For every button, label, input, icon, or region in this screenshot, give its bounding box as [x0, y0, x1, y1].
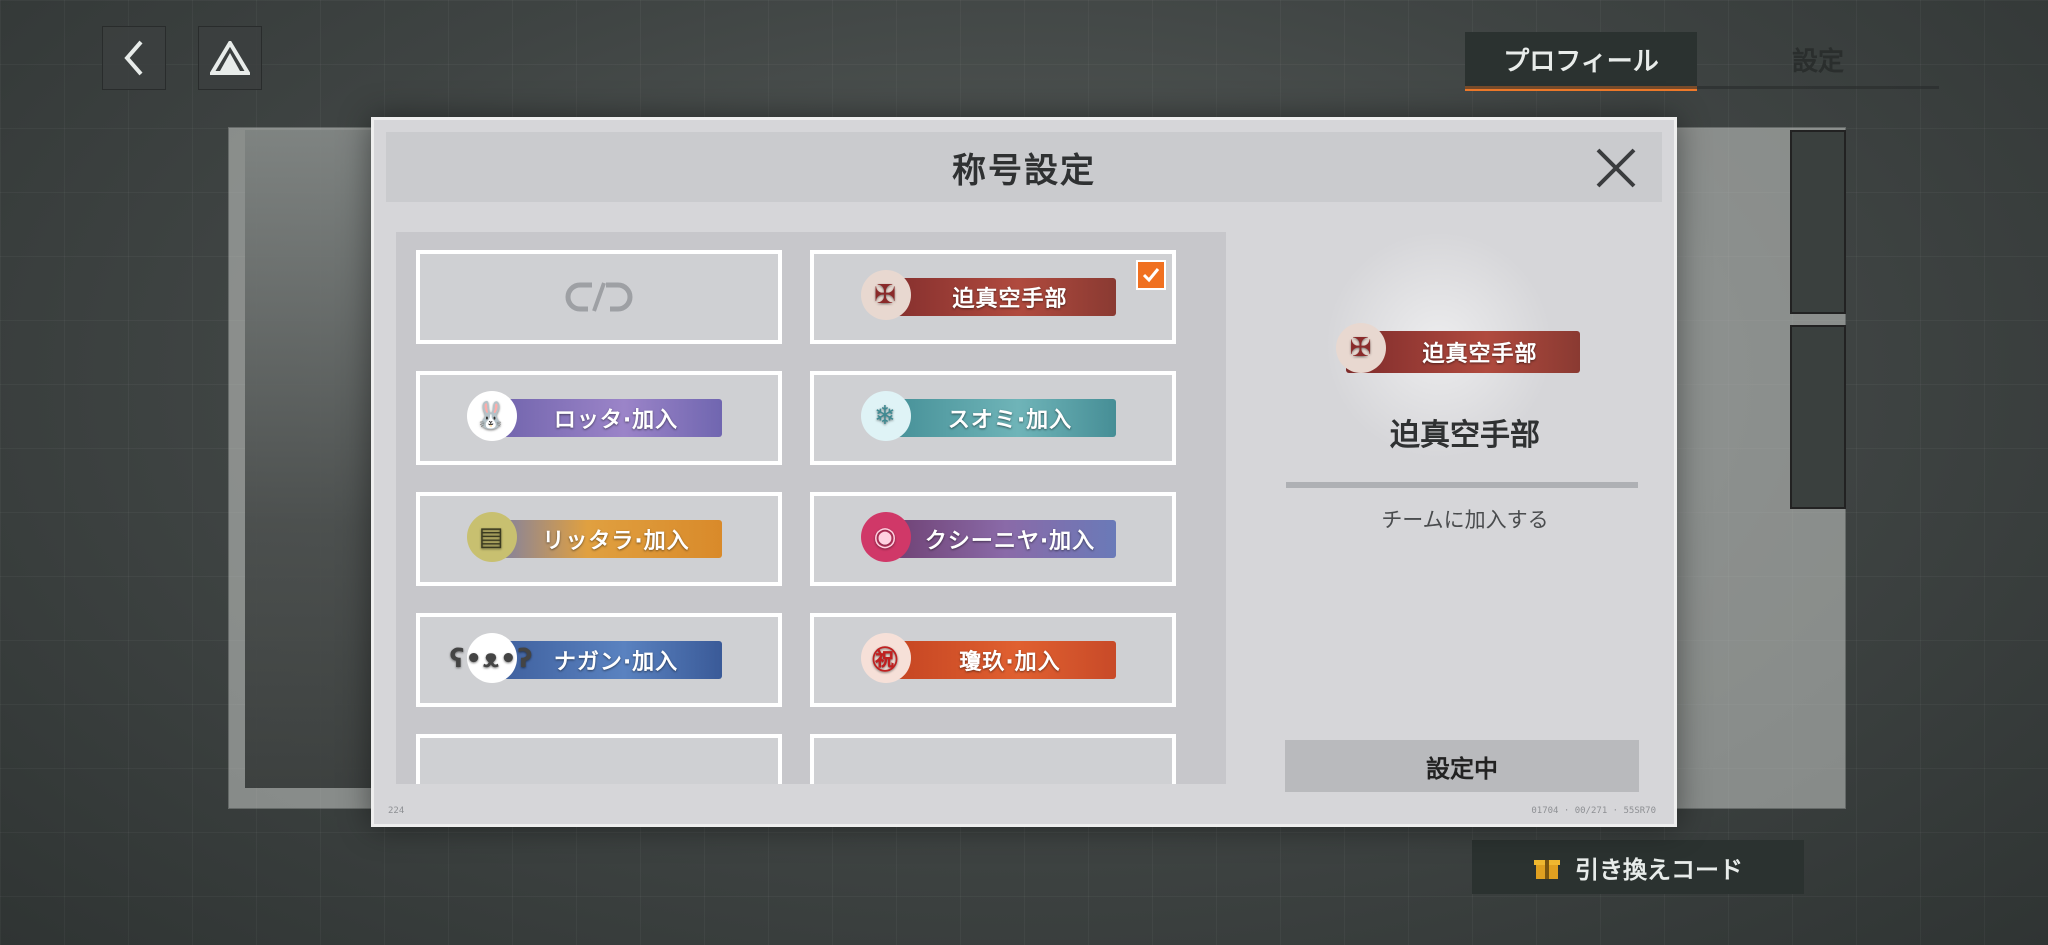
side-panel-top: [1790, 130, 1846, 314]
title-label: スオミ·加入: [947, 408, 1073, 433]
tab-profile[interactable]: プロフィール: [1465, 32, 1697, 91]
title-label: 瓊玖·加入: [959, 650, 1061, 675]
snowflake-emblem-icon: ❄: [860, 391, 911, 441]
selected-check-icon: [1136, 260, 1166, 290]
tab-settings[interactable]: 設定: [1697, 32, 1939, 86]
bear-emblem-icon: ʕ•ᴥ•ʔ: [450, 633, 533, 683]
title-slot-ksenia[interactable]: ◉ クシーニヤ·加入: [810, 492, 1176, 586]
title-label: クシーニヤ·加入: [924, 529, 1096, 554]
chevron-left-icon: [124, 40, 143, 76]
title-label: ロッタ·加入: [553, 408, 679, 433]
unlink-icon: [565, 282, 633, 312]
title-badge: ◉ クシーニヤ·加入: [860, 512, 1116, 562]
title-settings-modal: 称号設定 ✠ 迫真空手部 🐰 ロッタ·加入 ❄ スオミ·加入 ▤ リッタラ·加入…: [371, 117, 1677, 827]
title-slot-lotta[interactable]: 🐰 ロッタ·加入: [416, 371, 782, 465]
shield-emblem-icon: ✠: [1336, 323, 1386, 373]
triangle-logo-icon: [210, 41, 250, 75]
footer-code-left: 224: [388, 806, 405, 816]
gift-icon: [1534, 860, 1560, 879]
home-button[interactable]: [198, 26, 262, 90]
title-label: ナガン·加入: [553, 650, 679, 675]
shield-emblem-icon: ✠: [860, 270, 911, 320]
modal-title: 称号設定: [952, 150, 1096, 191]
title-slot-karate[interactable]: ✠ 迫真空手部: [810, 250, 1176, 344]
modal-header: 称号設定: [386, 132, 1662, 202]
title-slot-partial-right[interactable]: [810, 734, 1176, 784]
detail-title-name: 迫真空手部: [1390, 418, 1540, 453]
target-emblem-icon: ◉: [860, 512, 911, 562]
title-slot-none[interactable]: [416, 250, 782, 344]
book-emblem-icon: ▤: [466, 512, 517, 562]
detail-badge-label: 迫真空手部: [1422, 342, 1538, 367]
title-slot-partial-left[interactable]: [416, 734, 782, 784]
title-badge: ▤ リッタラ·加入: [466, 512, 722, 562]
profile-photo-background: [245, 130, 385, 788]
side-panel-bottom: [1790, 325, 1846, 509]
title-slot-suomi[interactable]: ❄ スオミ·加入: [810, 371, 1176, 465]
title-label: 迫真空手部: [952, 287, 1068, 312]
profile-tabs: プロフィール 設定: [1465, 32, 1939, 91]
detail-divider: [1286, 482, 1638, 488]
title-badge: ✠ 迫真空手部: [860, 270, 1116, 320]
title-list[interactable]: ✠ 迫真空手部 🐰 ロッタ·加入 ❄ スオミ·加入 ▤ リッタラ·加入 ◉ クシ…: [396, 232, 1226, 784]
title-badge: 🐰 ロッタ·加入: [466, 391, 722, 441]
title-badge: ʕ•ᴥ•ʔ ナガン·加入: [450, 633, 722, 683]
title-label: リッタラ·加入: [542, 529, 690, 554]
redeem-code-label: 引き換えコード: [1575, 855, 1743, 884]
footer-code-right: 01704 · 00/271 · 55SR70: [1531, 806, 1656, 816]
rabbit-emblem-icon: 🐰: [466, 391, 517, 441]
tabs-underline: [1465, 86, 1939, 89]
close-icon[interactable]: [1592, 144, 1640, 192]
detail-description: チームに加入する: [1381, 508, 1549, 532]
title-slot-nagant[interactable]: ʕ•ᴥ•ʔ ナガン·加入: [416, 613, 782, 707]
title-badge: ❄ スオミ·加入: [860, 391, 1116, 441]
redeem-code-button[interactable]: 引き換えコード: [1472, 840, 1804, 894]
detail-title-badge: ✠ 迫真空手部: [1336, 323, 1580, 373]
title-slot-littara[interactable]: ▤ リッタラ·加入: [416, 492, 782, 586]
back-button[interactable]: [102, 26, 166, 90]
seal-emblem-icon: ㊗: [860, 633, 911, 683]
title-slot-qiongjiu[interactable]: ㊗ 瓊玖·加入: [810, 613, 1176, 707]
title-badge: ㊗ 瓊玖·加入: [860, 633, 1116, 683]
set-title-button[interactable]: 設定中: [1285, 740, 1639, 792]
